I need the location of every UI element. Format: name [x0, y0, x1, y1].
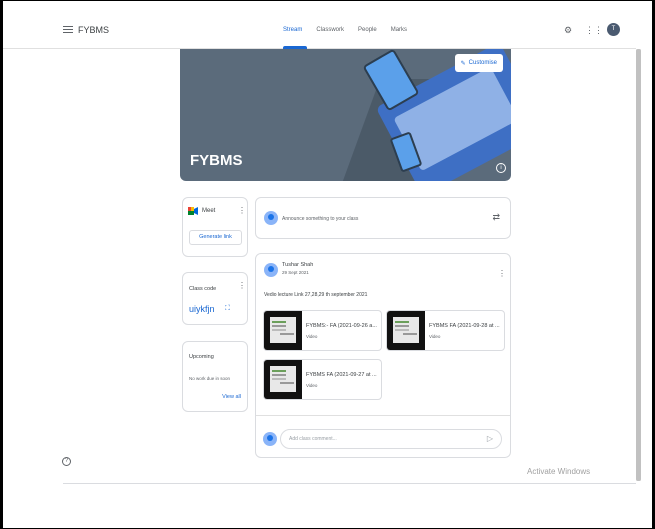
scrollbar-thumb[interactable]: [636, 49, 641, 481]
upcoming-card: Upcoming No work due in soon View all: [182, 341, 248, 412]
meet-card: Meet ⋮ Generate link: [182, 197, 248, 257]
customise-label: Customise: [468, 60, 497, 66]
post-more-icon[interactable]: ⋮: [498, 270, 506, 278]
attachment-type: Video: [429, 334, 441, 339]
upcoming-label: Upcoming: [189, 354, 214, 360]
activate-windows-watermark: Activate Windows: [527, 467, 591, 476]
browser-viewport: FYBMS Stream Classwork People Marks ⚙ ⋮⋮…: [3, 1, 652, 528]
class-banner: FYBMS ✎ Customise i: [180, 49, 511, 181]
send-icon[interactable]: ▷: [487, 434, 493, 443]
view-all-link[interactable]: View all: [222, 394, 241, 400]
upcoming-empty-text: No work due in soon: [189, 376, 231, 381]
tab-classwork[interactable]: Classwork: [316, 27, 344, 49]
meet-more-icon[interactable]: ⋮: [238, 207, 246, 215]
app-title[interactable]: FYBMS: [78, 25, 109, 35]
attachment-title: FYBMS:- FA (2021-09-26 a...: [306, 323, 377, 329]
attachment-item[interactable]: FYBMS:- FA (2021-09-26 a... Video: [263, 310, 382, 351]
class-code-card: Class code ⋮ uiykfjn ⛶: [182, 272, 248, 325]
class-code-more-icon[interactable]: ⋮: [238, 282, 246, 290]
meet-label: Meet: [202, 208, 216, 214]
announce-placeholder[interactable]: Announce something to your class: [282, 216, 358, 222]
stream-post: Tushar Shah 29 Sept 2021 ⋮ Vedio lecture…: [255, 253, 511, 458]
info-icon[interactable]: i: [496, 163, 506, 173]
video-thumbnail: [264, 311, 302, 350]
generate-link-button[interactable]: Generate link: [189, 230, 242, 245]
settings-icon[interactable]: ⚙: [563, 25, 573, 35]
menu-icon[interactable]: [63, 26, 73, 34]
account-avatar[interactable]: T: [607, 23, 620, 36]
attachment-item[interactable]: FYBMS FA (2021-09-28 at ... Video: [386, 310, 505, 351]
apps-grid-icon[interactable]: ⋮⋮: [585, 25, 603, 35]
customise-button[interactable]: ✎ Customise: [454, 54, 503, 72]
tab-people[interactable]: People: [358, 27, 377, 49]
help-icon[interactable]: ?: [62, 457, 71, 466]
post-body: Vedio lecture Link 27,28,29 th september…: [264, 292, 368, 298]
meet-logo-icon: [188, 207, 198, 215]
repost-icon[interactable]: ⇄: [492, 212, 500, 223]
comment-input[interactable]: Add class comment... ▷: [280, 429, 502, 449]
attachment-title: FYBMS FA (2021-09-27 at ...: [306, 372, 377, 378]
attachment-type: Video: [306, 334, 318, 339]
attachment-type: Video: [306, 383, 318, 388]
post-date: 29 Sept 2021: [282, 270, 309, 275]
video-thumbnail: [264, 360, 302, 399]
pencil-icon: ✎: [460, 60, 466, 67]
class-code-value: uiykfjn: [189, 304, 215, 314]
class-code-label: Class code: [189, 286, 217, 292]
top-app-bar: FYBMS Stream Classwork People Marks ⚙ ⋮⋮…: [3, 1, 636, 49]
announce-box[interactable]: Announce something to your class ⇄: [255, 197, 511, 239]
author-avatar: [264, 263, 278, 277]
post-divider: [256, 415, 510, 416]
attachment-item[interactable]: FYBMS FA (2021-09-27 at ... Video: [263, 359, 382, 400]
post-author: Tushar Shah: [282, 262, 314, 268]
bottom-divider: [63, 483, 636, 484]
commenter-avatar: [263, 432, 277, 446]
attachment-title: FYBMS FA (2021-09-28 at ...: [429, 323, 500, 329]
class-name: FYBMS: [190, 152, 243, 169]
fullscreen-icon[interactable]: ⛶: [225, 305, 230, 313]
comment-placeholder: Add class comment...: [289, 436, 337, 442]
video-thumbnail: [387, 311, 425, 350]
user-avatar: [264, 211, 278, 225]
top-right-actions: ⚙ ⋮⋮ T: [563, 23, 620, 36]
tab-marks[interactable]: Marks: [391, 27, 407, 49]
